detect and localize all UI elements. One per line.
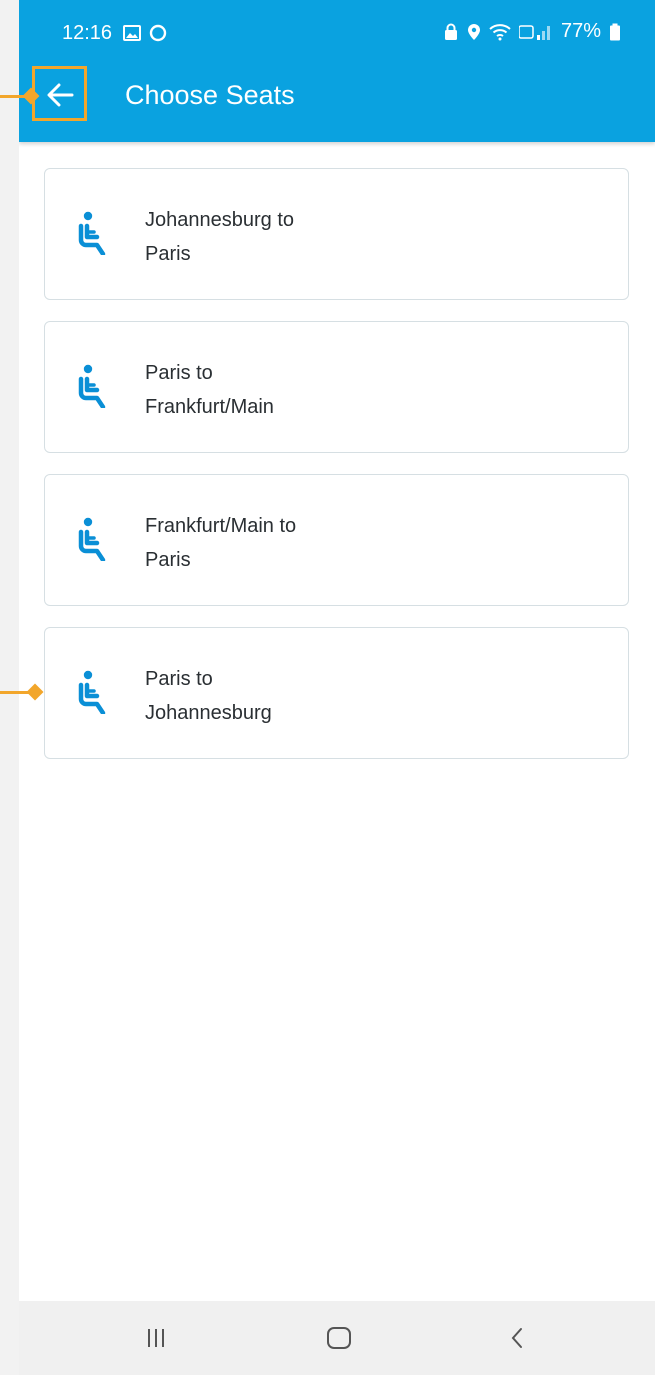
- volte-signal-icon: [518, 24, 550, 40]
- segment-label: Johannesburg to Paris: [145, 209, 295, 265]
- seat-icon: [78, 364, 106, 408]
- segment-card-fra-par[interactable]: Frankfurt/Main to Paris: [44, 474, 629, 606]
- home-button[interactable]: [319, 1323, 359, 1353]
- status-right: 77%: [443, 20, 621, 43]
- home-icon: [327, 1327, 351, 1349]
- segment-label: Paris to Johannesburg: [145, 668, 272, 724]
- segment-label: Paris to Frankfurt/Main: [145, 362, 274, 418]
- nav-back-icon: [511, 1328, 522, 1348]
- location-icon: [467, 23, 480, 40]
- status-left-icons: [123, 24, 167, 42]
- segment-list: Johannesburg to Paris Paris to Frankfurt…: [44, 168, 629, 780]
- seat-icon: [78, 670, 106, 714]
- segment-card-par-fra[interactable]: Paris to Frankfurt/Main: [44, 321, 629, 453]
- battery-percent: 77%: [560, 20, 601, 42]
- sync-icon: [149, 24, 167, 42]
- segment-card-par-jnb[interactable]: Paris to Johannesburg: [44, 627, 629, 759]
- recents-button[interactable]: [136, 1323, 176, 1353]
- gallery-icon: [123, 25, 141, 41]
- seat-icon: [78, 211, 106, 255]
- segment-card-jnb-par[interactable]: Johannesburg to Paris: [44, 168, 629, 300]
- system-nav-bar: [19, 1301, 655, 1375]
- wifi-icon: [489, 23, 511, 40]
- nav-back-button[interactable]: [497, 1323, 537, 1353]
- lock-icon: [444, 23, 457, 40]
- segment-label: Frankfurt/Main to Paris: [145, 515, 297, 571]
- app-bar: 12:16 77% Choose Seats: [19, 0, 655, 142]
- recents-icon: [148, 1329, 164, 1347]
- status-time: 12:16: [62, 22, 113, 44]
- seat-icon: [78, 517, 106, 561]
- battery-icon: [610, 23, 620, 40]
- annotation-highlight-box: [32, 66, 87, 121]
- page-title: Choose Seats: [125, 80, 295, 110]
- phone-screen: 12:16 77% Choose Seats Johannesburg to P…: [19, 0, 655, 1375]
